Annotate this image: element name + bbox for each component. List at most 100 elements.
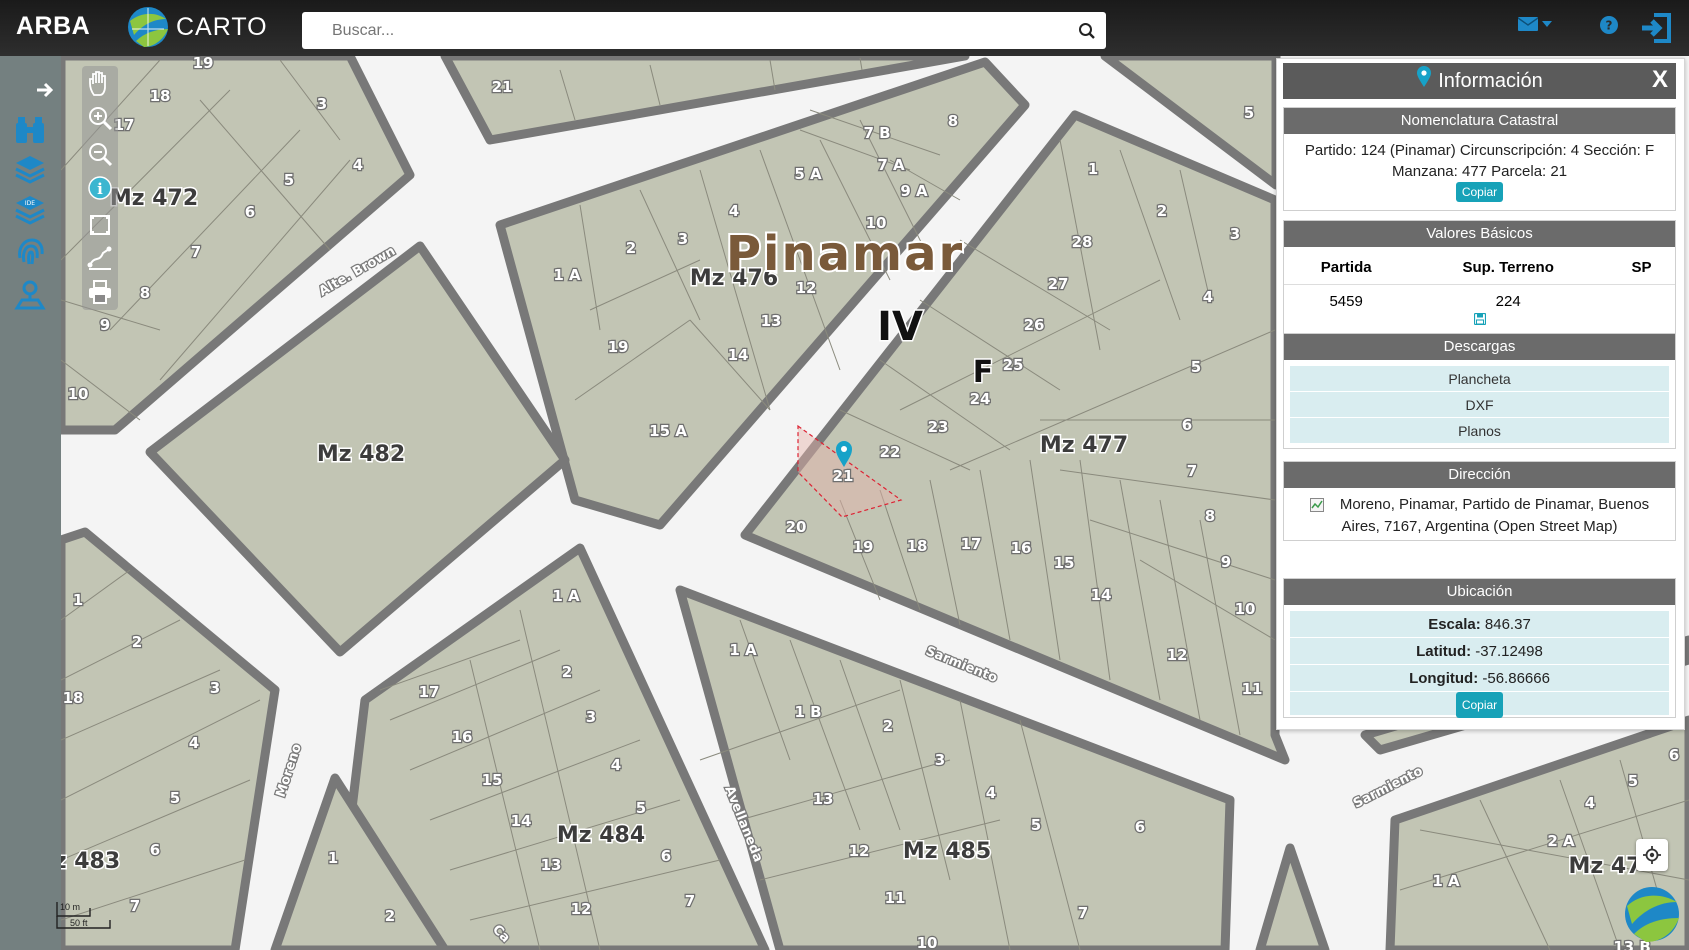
svg-text:13: 13 [541,856,562,874]
user-pin-icon [14,280,46,310]
descargas-heading: Descargas [1284,334,1675,360]
svg-text:Mz 472: Mz 472 [110,186,198,211]
svg-text:19: 19 [193,56,214,72]
nomenclatura-line-2: Manzana: 477 Parcela: 21 [1391,163,1568,180]
layers-button[interactable] [10,150,50,186]
fingerprint-button[interactable] [10,234,50,270]
carto-label: CARTO [176,12,268,41]
svg-text:Mz 484: Mz 484 [557,823,645,848]
logout-button[interactable] [1640,12,1672,49]
svg-text:Mz 482: Mz 482 [317,442,405,467]
carto-logo[interactable]: CARTO [126,5,268,49]
svg-text:4: 4 [986,784,996,802]
user-location-button[interactable] [10,276,50,312]
col-sup-terreno: Sup. Terreno [1408,247,1609,285]
ide-layers-button[interactable]: IDE [10,192,50,228]
svg-text:10: 10 [917,934,938,950]
download-dxf-link[interactable]: DXF [1290,392,1669,418]
locate-me-button[interactable] [1636,839,1668,871]
svg-text:5: 5 [1244,104,1254,122]
svg-text:2: 2 [1157,202,1167,220]
svg-text:9: 9 [100,316,110,334]
svg-text:28: 28 [1072,233,1093,251]
zoom-out-tool[interactable] [84,138,116,170]
info-tool[interactable]: i [84,172,116,204]
svg-text:16: 16 [1011,539,1032,557]
print-tool[interactable] [84,276,116,308]
svg-text:18: 18 [907,537,928,555]
svg-text:2: 2 [883,717,893,735]
svg-text:4: 4 [1203,288,1213,306]
svg-text:Mz 485: Mz 485 [903,839,991,864]
help-button[interactable]: ? [1600,16,1618,39]
longitud-label: Longitud: [1409,670,1479,687]
panel-header: Información X [1283,63,1676,99]
svg-text:1 B: 1 B [794,703,821,721]
svg-text:5: 5 [170,789,180,807]
zoom-in-tool[interactable] [84,102,116,134]
col-sp: SP [1608,247,1675,285]
download-planos-link[interactable]: Planos [1290,418,1669,444]
col-partida: Partida [1284,247,1409,285]
search-input[interactable] [302,12,1068,49]
binoculars-icon [16,117,44,143]
svg-text:23: 23 [928,418,949,436]
arrow-right-icon [37,82,54,98]
left-sidebar: IDE [0,56,61,950]
printer-icon [89,280,111,304]
nomenclatura-heading: Nomenclatura Catastral [1284,108,1675,134]
copy-nomenclatura-button[interactable]: Copiar [1455,182,1504,202]
expand-sidebar-button[interactable] [34,72,58,108]
svg-text:27: 27 [1048,275,1069,293]
close-panel-button[interactable]: X [1652,66,1668,94]
info-panel: Información X Nomenclatura Catastral Par… [1276,58,1685,730]
svg-text:i: i [97,180,103,198]
arba-brand[interactable]: ARBA [16,12,90,41]
layers-icon [15,156,45,184]
copy-ubicacion-button[interactable]: Copiar [1455,692,1504,718]
svg-text:3: 3 [678,230,688,248]
pan-tool[interactable] [84,68,116,100]
svg-text:8: 8 [1205,507,1215,525]
svg-text:IV: IV [877,304,923,350]
svg-text:12: 12 [571,900,592,918]
svg-text:13: 13 [813,790,834,808]
svg-text:7: 7 [685,892,695,910]
svg-text:5: 5 [1031,816,1041,834]
svg-text:9 A: 9 A [900,182,928,200]
svg-text:Mz 47: Mz 47 [1569,854,1642,879]
svg-text:17: 17 [419,683,440,701]
map-tools: i [82,66,118,310]
svg-text:4: 4 [611,756,621,774]
svg-text:6: 6 [1669,746,1679,764]
svg-text:4: 4 [353,156,363,174]
svg-text:25: 25 [1003,356,1024,374]
svg-text:19: 19 [853,538,874,556]
svg-text:9: 9 [1221,553,1231,571]
top-navbar: ARBA CARTO ? [0,0,1689,56]
binoculars-button[interactable] [10,112,50,148]
floppy-disk-icon [1473,312,1486,326]
download-plancheta-link[interactable]: Plancheta [1290,366,1669,392]
measure-distance-tool[interactable] [84,242,116,274]
svg-text:1: 1 [1088,160,1098,178]
svg-text:2: 2 [562,663,572,681]
svg-text:12: 12 [849,842,870,860]
svg-text:19: 19 [608,338,629,356]
search-button[interactable] [1068,12,1106,49]
messages-dropdown[interactable] [1518,17,1552,31]
svg-text:Mz 477: Mz 477 [1040,433,1128,458]
svg-text:15: 15 [1054,554,1075,572]
ubicacion-heading: Ubicación [1284,579,1675,605]
direccion-heading: Dirección [1284,462,1675,488]
svg-text:24: 24 [970,390,991,408]
search-icon [1079,22,1095,39]
svg-text:2: 2 [385,907,395,925]
save-button[interactable] [1284,312,1675,330]
nomenclatura-section: Nomenclatura Catastral Partido: 124 (Pin… [1283,107,1676,211]
measure-area-tool[interactable] [84,208,116,240]
svg-text:15: 15 [482,771,503,789]
svg-text:10: 10 [1235,600,1256,618]
direccion-section: Dirección Moreno, Pinamar, Partido de Pi… [1283,461,1676,541]
svg-text:7: 7 [1187,462,1197,480]
